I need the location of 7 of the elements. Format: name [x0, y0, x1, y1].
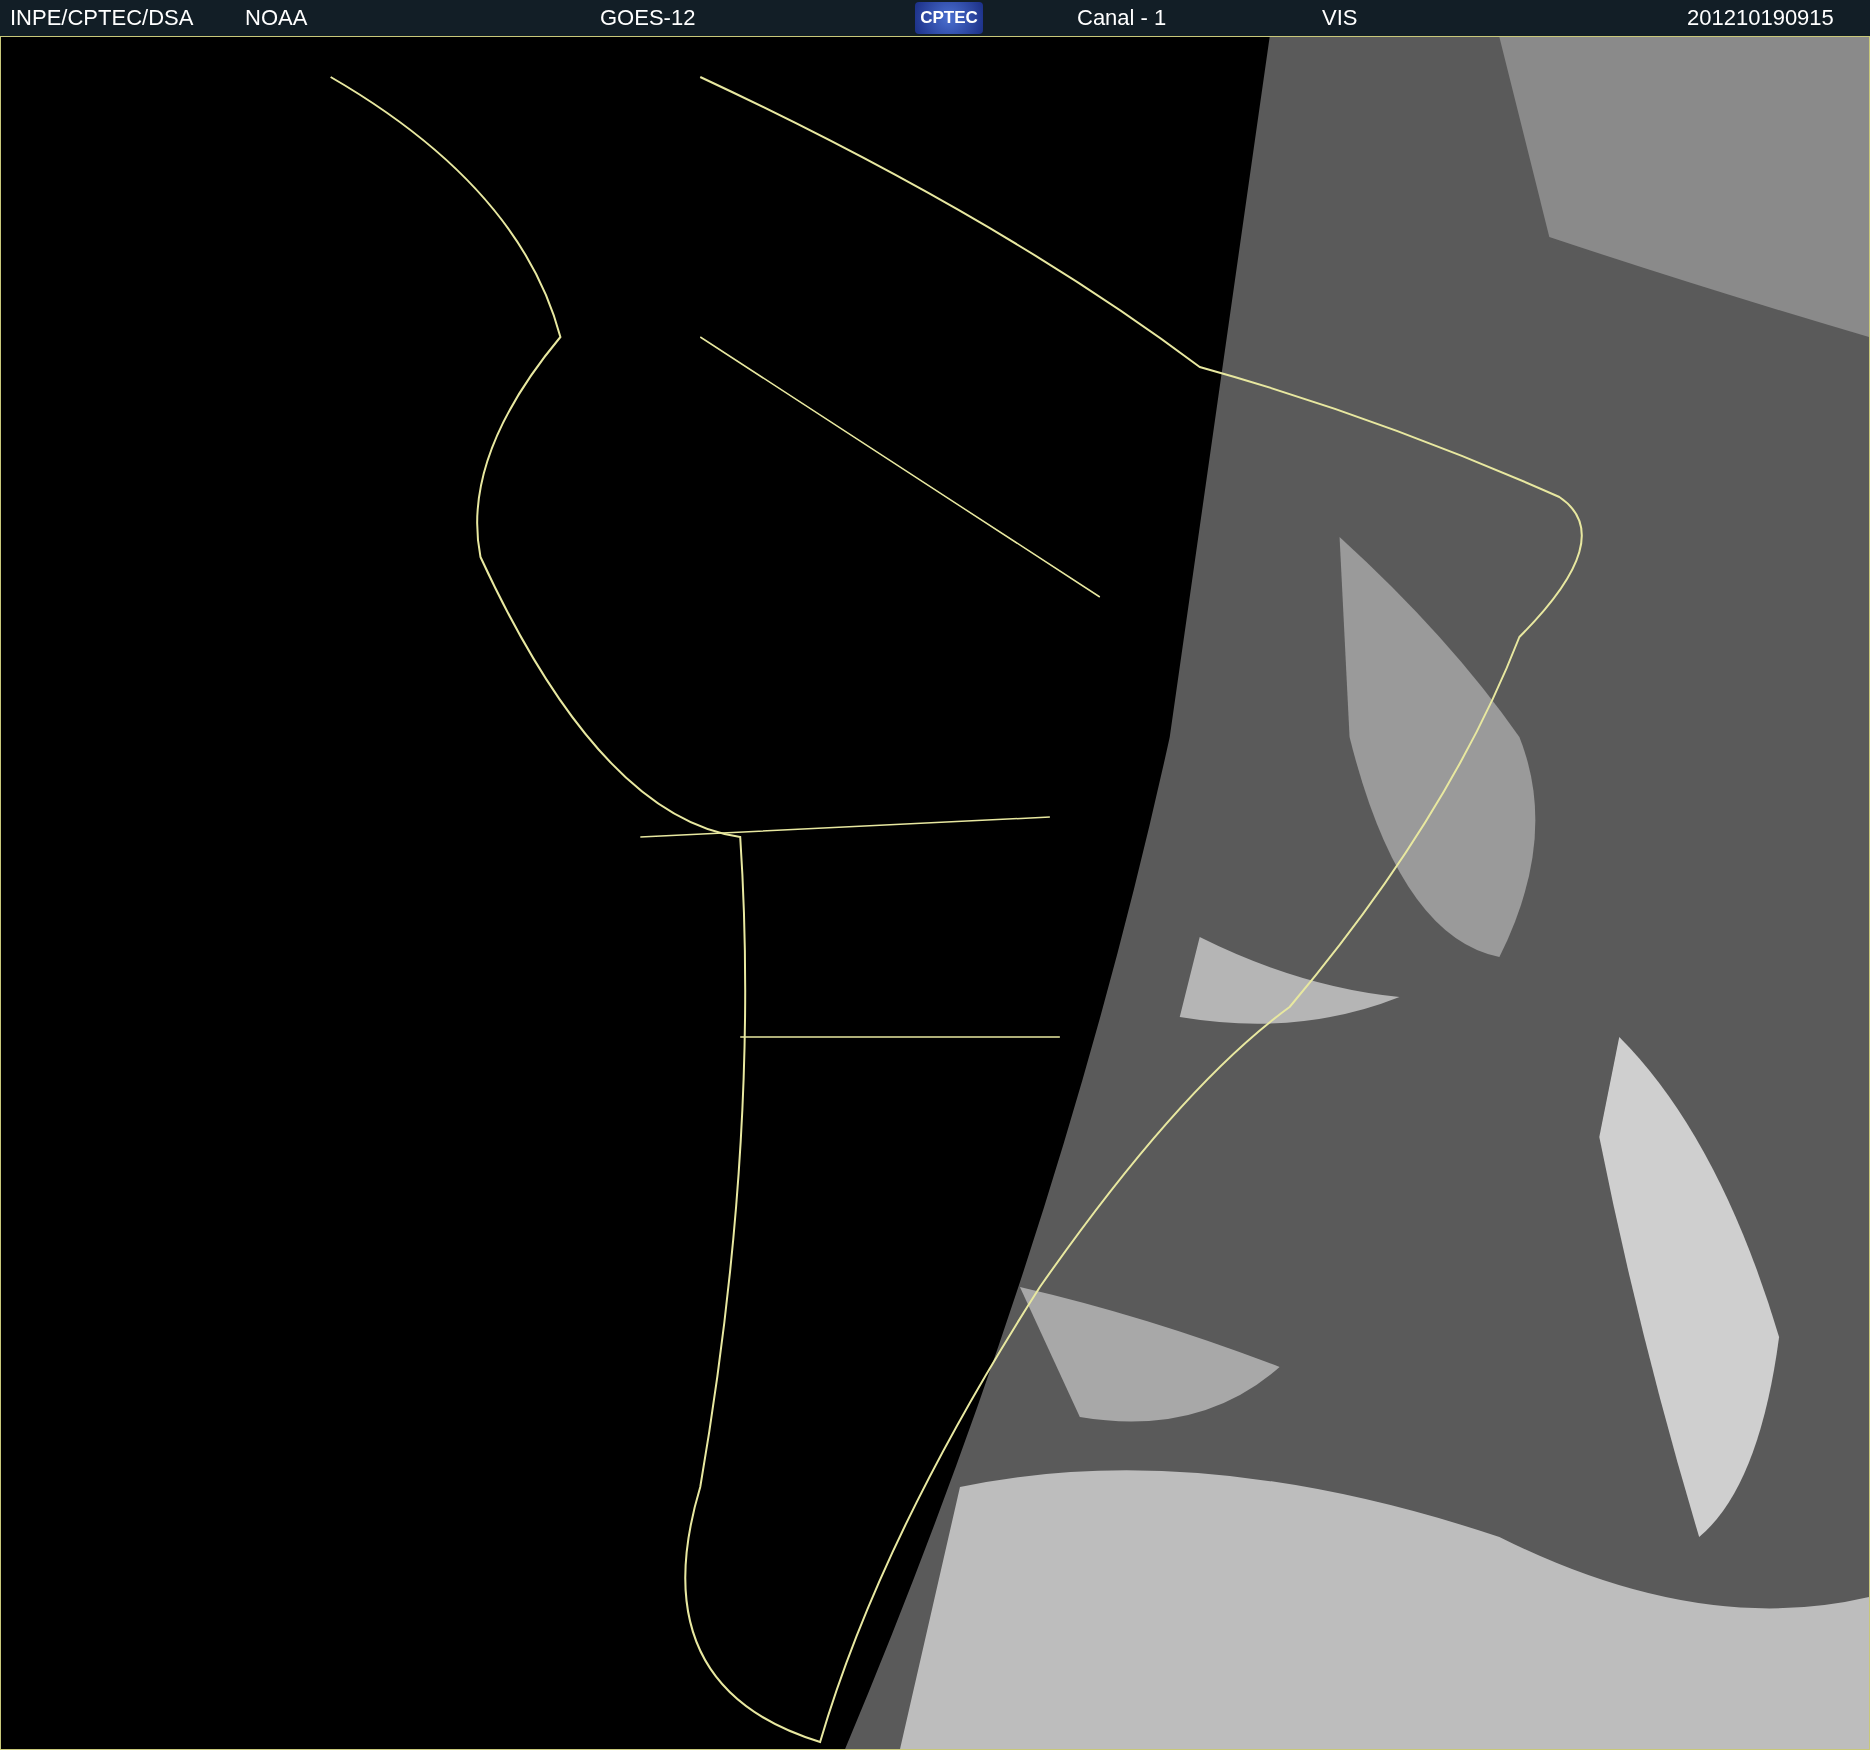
- channel-label: Canal - 1: [1077, 5, 1168, 31]
- timestamp-label: 201210190915: [1687, 5, 1834, 31]
- agency-label: NOAA: [245, 5, 309, 31]
- band-label: VIS: [1322, 5, 1359, 31]
- logo: CPTEC: [915, 2, 983, 34]
- source-label: INPE/CPTEC/DSA: [10, 5, 195, 31]
- satellite-label: GOES-12: [600, 5, 697, 31]
